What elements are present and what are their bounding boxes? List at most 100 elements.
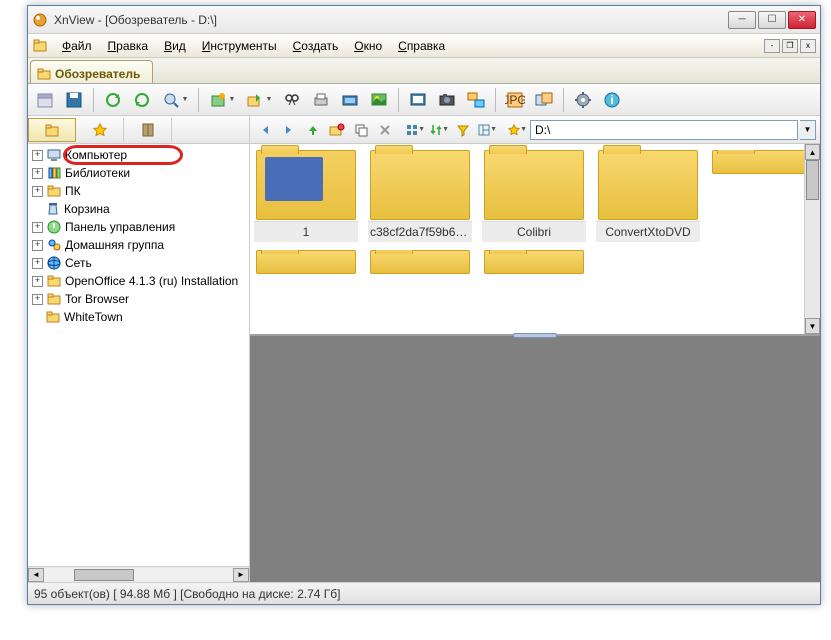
expander-icon[interactable]: + [32, 276, 43, 287]
folder-caption: 1 [254, 221, 358, 242]
folder-icon [46, 291, 62, 307]
nav-forward[interactable] [278, 119, 300, 141]
folder-icon [46, 273, 62, 289]
folder-item[interactable] [710, 150, 814, 174]
tree-label: ПК [65, 184, 81, 198]
tb-scanner[interactable] [337, 87, 363, 113]
tree-item-8[interactable]: +Tor Browser [28, 290, 249, 308]
menu-create[interactable]: Создать [285, 37, 347, 55]
maximize-button[interactable]: ☐ [758, 11, 786, 29]
tab-label: Обозреватель [55, 67, 140, 81]
expander-icon[interactable]: + [32, 294, 43, 305]
tb-zoom[interactable]: ▼ [158, 87, 192, 113]
tree-item-6[interactable]: + Сеть [28, 254, 249, 272]
mdi-minimize[interactable]: - [764, 39, 780, 53]
folder-item[interactable] [254, 250, 358, 274]
preview-pane [250, 334, 820, 582]
nav-up[interactable] [302, 119, 324, 141]
nav-view-mode[interactable]: ▼ [404, 119, 426, 141]
tb-export[interactable]: ▼ [242, 87, 276, 113]
folder-item[interactable] [368, 250, 472, 274]
expander-icon[interactable]: + [32, 240, 43, 251]
nav-delete[interactable] [374, 119, 396, 141]
folder-item[interactable] [482, 250, 586, 274]
nav-layout[interactable]: ▼ [476, 119, 498, 141]
tb-wallpaper[interactable] [366, 87, 392, 113]
mdi-close[interactable]: x [800, 39, 816, 53]
nav-new-folder[interactable] [326, 119, 348, 141]
folder-icon [256, 250, 356, 274]
svg-text:i: i [610, 93, 613, 107]
expander-icon[interactable]: + [32, 150, 43, 161]
path-input[interactable] [530, 120, 798, 140]
sidebar-tab-categories[interactable] [124, 118, 172, 142]
book-icon [140, 122, 156, 138]
menu-view[interactable]: Вид [156, 37, 194, 55]
expander-icon[interactable]: + [32, 258, 43, 269]
tab-browser[interactable]: Обозреватель [30, 60, 153, 83]
folder-icon [484, 250, 584, 274]
menu-edit[interactable]: Правка [100, 37, 157, 55]
folder-icon [46, 183, 62, 199]
status-text: 95 объект(ов) [ 94.88 Мб ] [Свободно на … [34, 587, 340, 601]
tree-item-1[interactable]: +Библиотеки [28, 164, 249, 182]
tb-convert[interactable] [463, 87, 489, 113]
menu-tools[interactable]: Инструменты [194, 37, 285, 55]
mdi-restore[interactable]: ❐ [782, 39, 798, 53]
grid-v-scrollbar[interactable]: ▲▼ [804, 144, 820, 334]
nav-sort[interactable]: ▼ [428, 119, 450, 141]
nav-favorite[interactable]: ▼ [506, 119, 528, 141]
minimize-button[interactable]: ─ [728, 11, 756, 29]
tb-open[interactable] [32, 87, 58, 113]
split-handle[interactable] [513, 333, 557, 338]
menu-window[interactable]: Окно [346, 37, 390, 55]
tb-info[interactable]: i [599, 87, 625, 113]
expander-icon[interactable]: + [32, 222, 43, 233]
folder-item[interactable]: 1 [254, 150, 358, 242]
tb-acquire[interactable]: ▼ [205, 87, 239, 113]
tree-item-7[interactable]: + OpenOffice 4.1.3 (ru) Installation [28, 272, 249, 290]
tree-item-5[interactable]: + Домашняя группа [28, 236, 249, 254]
tb-settings[interactable] [570, 87, 596, 113]
expander-icon[interactable]: + [32, 186, 43, 197]
folder-item[interactable]: c38cf2da7f59b6c... [368, 150, 472, 242]
nav-back[interactable] [254, 119, 276, 141]
folder-item[interactable]: Colibri [482, 150, 586, 242]
tree-item-2[interactable]: + ПК [28, 182, 249, 200]
titlebar: XnView - [Обозреватель - D:\] ─ ☐ ✕ [28, 6, 820, 34]
tree-label: OpenOffice 4.1.3 (ru) Installation [65, 274, 238, 288]
tb-batch[interactable] [531, 87, 557, 113]
tb-refresh[interactable] [100, 87, 126, 113]
tree-item-9[interactable]: WhiteTown [28, 308, 249, 326]
tb-slideshow[interactable] [405, 87, 431, 113]
tree-item-3[interactable]: Корзина [28, 200, 249, 218]
folder-item[interactable]: ConvertXtoDVD [596, 150, 700, 242]
nav-copy[interactable] [350, 119, 372, 141]
file-grid[interactable]: 1 c38cf2da7f59b6c...ColibriConvertXtoDVD [250, 144, 820, 334]
tree-item-0[interactable]: +Компьютер [28, 146, 249, 164]
folder-icon [484, 150, 584, 220]
tb-save[interactable] [61, 87, 87, 113]
tb-capture[interactable] [434, 87, 460, 113]
folder-icon [712, 150, 812, 174]
folder-tree[interactable]: +Компьютер+Библиотеки+ПККорзина+Панель у… [28, 144, 250, 582]
tb-print[interactable] [308, 87, 334, 113]
path-dropdown[interactable]: ▼ [800, 120, 816, 140]
tb-reload[interactable] [129, 87, 155, 113]
menu-help[interactable]: Справка [390, 37, 453, 55]
tb-find[interactable] [279, 87, 305, 113]
sidebar-tab-favorites[interactable] [76, 118, 124, 142]
sidebar-tab-folders[interactable] [28, 118, 76, 142]
app-icon [32, 12, 48, 28]
tree-label: Домашняя группа [65, 238, 164, 252]
close-button[interactable]: ✕ [788, 11, 816, 29]
tree-label: Сеть [65, 256, 92, 270]
tree-item-4[interactable]: +Панель управления [28, 218, 249, 236]
tabbar: Обозреватель [28, 58, 820, 84]
tree-h-scrollbar[interactable]: ◄► [28, 566, 249, 582]
nav-filter[interactable] [452, 119, 474, 141]
menu-file[interactable]: Файл [54, 37, 100, 55]
tb-jpeg[interactable]: JPG [502, 87, 528, 113]
expander-icon[interactable]: + [32, 168, 43, 179]
network-icon [46, 255, 62, 271]
